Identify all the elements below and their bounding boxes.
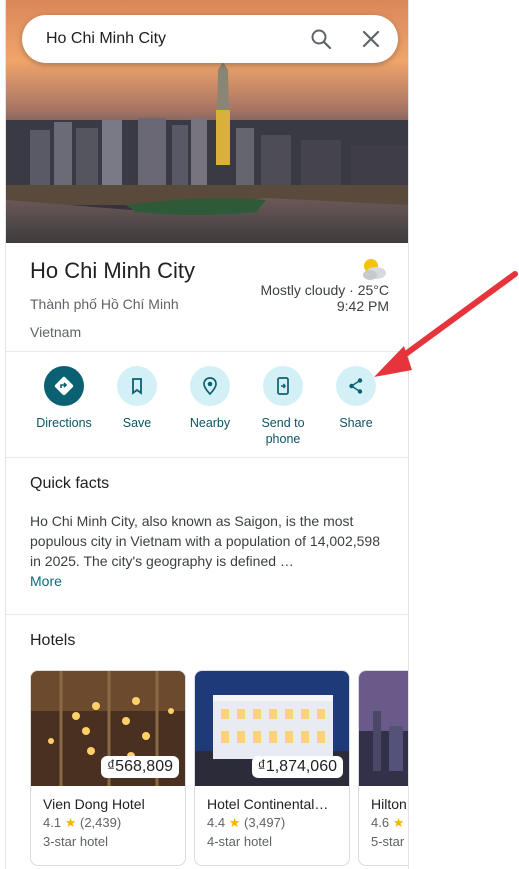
quick-facts-text: Ho Chi Minh City, also known as Saigon, … — [30, 511, 386, 591]
hotel-class: 3-star hotel — [43, 834, 109, 849]
hotels-carousel: ₫568,809 Vien Dong Hotel 4.1 ★ (2,439) 3… — [30, 670, 408, 866]
send-to-phone-icon — [277, 377, 289, 395]
save-button[interactable]: Save — [97, 366, 177, 431]
hotel-name: Hilton — [371, 796, 407, 812]
bookmark-icon — [132, 378, 142, 395]
hotel-photo: ₫568,809 — [31, 671, 185, 786]
review-count: (3,497) — [243, 815, 286, 830]
directions-button[interactable]: Directions — [24, 366, 104, 431]
review-count: (2,439) — [79, 815, 122, 830]
star-icon: ★ — [64, 815, 77, 830]
rating-value: 4.4 — [207, 815, 226, 830]
save-label: Save — [122, 416, 152, 430]
search-button[interactable] — [309, 27, 333, 51]
directions-label: Directions — [36, 416, 92, 430]
hotel-photo: ₫1,874,060 — [195, 671, 349, 786]
hotel-card[interactable]: Hilton 4.6 ★ 5-star — [358, 670, 408, 866]
rating-value: 4.6 — [371, 815, 390, 830]
hotel-rating: 4.4 ★ (3,497) — [207, 815, 349, 831]
place-header: Ho Chi Minh City Thành phố Hồ Chí Minh V… — [30, 258, 195, 340]
search-input[interactable]: Ho Chi Minh City — [46, 30, 166, 48]
hotel-card[interactable]: ₫1,874,060 Hotel Continental… 4.4 ★ (3,4… — [194, 670, 350, 866]
directions-icon — [54, 376, 74, 396]
nearby-icon — [203, 377, 217, 396]
annotation-arrow-icon — [374, 271, 518, 377]
hotel-price: ₫1,874,060 — [251, 756, 343, 778]
hotels-title: Hotels — [30, 632, 76, 649]
star-icon: ★ — [392, 815, 405, 830]
nearby-button[interactable]: Nearby — [170, 366, 250, 431]
country-label: Vietnam — [30, 324, 82, 340]
divider — [6, 351, 408, 352]
send-to-phone-button[interactable]: Send to phone — [243, 366, 323, 447]
more-link[interactable]: More — [30, 573, 62, 589]
hotel-price: ₫568,809 — [100, 756, 179, 778]
rating-value: 4.1 — [43, 815, 62, 830]
send-to-phone-label: Send to phone — [261, 416, 305, 446]
hotel-class: 5-star — [371, 834, 405, 849]
hotel-rating: 4.6 ★ — [371, 815, 408, 831]
hotel-name: Vien Dong Hotel — [43, 796, 145, 812]
page-title: Ho Chi Minh City — [30, 258, 196, 283]
hotel-name: Hotel Continental… — [207, 796, 329, 812]
share-label: Share — [339, 416, 373, 430]
divider — [6, 457, 408, 458]
close-button[interactable] — [359, 27, 383, 51]
hotel-photo — [359, 671, 408, 786]
city-photo[interactable]: Ho Chi Minh City — [6, 0, 408, 243]
place-panel: Ho Chi Minh City Ho Chi Minh City Thành … — [5, 0, 409, 869]
hotel-card[interactable]: ₫568,809 Vien Dong Hotel 4.1 ★ (2,439) 3… — [30, 670, 186, 866]
close-icon — [362, 30, 380, 48]
search-box[interactable]: Ho Chi Minh City — [22, 15, 398, 63]
nearby-label: Nearby — [189, 416, 231, 430]
search-icon — [311, 29, 332, 50]
divider — [6, 614, 408, 615]
quick-facts-title: Quick facts — [30, 475, 110, 492]
quick-facts-body: Ho Chi Minh City, also known as Saigon, … — [30, 513, 380, 569]
hotel-class: 4-star hotel — [207, 834, 273, 849]
local-name: Thành phố Hồ Chí Minh — [30, 296, 179, 312]
hotel-rating: 4.1 ★ (2,439) — [43, 815, 185, 831]
star-icon: ★ — [228, 815, 241, 830]
